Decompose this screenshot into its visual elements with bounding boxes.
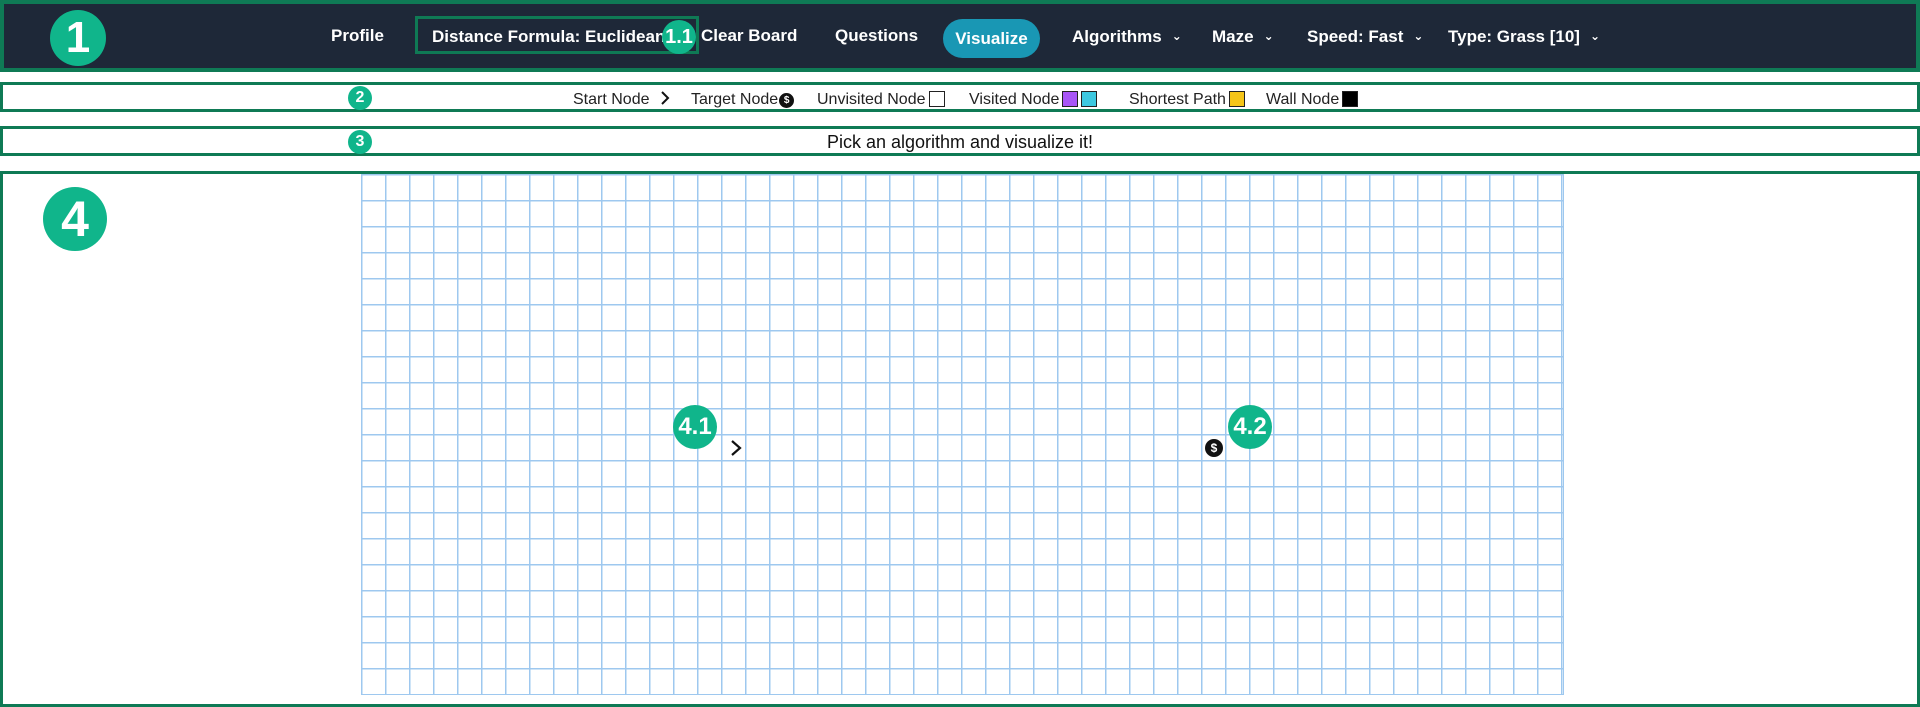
badge-2: 2 <box>348 86 372 110</box>
legend-start-node: Start Node <box>573 89 671 111</box>
legend-unvisited-node: Unvisited Node <box>817 89 945 111</box>
legend-bar: 2 Start Node Target Node $ Unvisited Node… <box>0 82 1920 112</box>
shortest-swatch <box>1228 91 1245 107</box>
chevron-down-icon: ⌄ <box>1413 29 1424 43</box>
legend-visited-label: Visited Node <box>969 91 1060 108</box>
chevron-down-icon: ⌄ <box>1589 29 1601 43</box>
legend-wall-node: Wall Node <box>1266 89 1359 111</box>
badge-4: 4 <box>43 187 107 251</box>
distance-formula-highlight <box>415 16 699 54</box>
nav-speed-label: Speed: Fast <box>1307 27 1404 46</box>
status-message: Pick an algorithm and visualize it! <box>826 132 1094 152</box>
board-container: 4 4.1 4.2 $ <box>0 171 1920 707</box>
legend-target-label: Target Node <box>691 91 779 108</box>
badge-1: 1 <box>50 10 106 66</box>
nav-speed[interactable]: Speed: Fast ⌄ <box>1307 4 1423 68</box>
chevron-down-icon: ⌄ <box>1171 29 1182 43</box>
legend-wall-label: Wall Node <box>1266 91 1340 108</box>
legend-unvisited-label: Unvisited Node <box>817 91 926 108</box>
target-node-dollar-icon[interactable]: $ <box>1205 439 1223 457</box>
badge-4-1: 4.1 <box>673 405 717 449</box>
wall-swatch <box>1342 91 1359 107</box>
visited-swatch-cyan <box>1081 91 1098 107</box>
nav-algorithms[interactable]: Algorithms ⌄ <box>1072 4 1182 68</box>
nav-questions[interactable]: Questions <box>835 4 918 68</box>
grid-board[interactable] <box>361 174 1564 695</box>
nav-algorithms-label: Algorithms <box>1072 27 1162 46</box>
nav-type[interactable]: Type: Grass [10] ⌄ <box>1448 4 1600 68</box>
chevron-down-icon: ⌄ <box>1263 29 1274 43</box>
message-bar: 3 Pick an algorithm and visualize it! <box>0 126 1920 156</box>
nav-profile[interactable]: Profile <box>331 4 384 68</box>
legend-start-label: Start Node <box>573 91 650 108</box>
unvisited-swatch <box>928 91 945 107</box>
nav-maze[interactable]: Maze ⌄ <box>1212 4 1274 68</box>
chevron-right-icon <box>661 91 670 105</box>
badge-1-1: 1.1 <box>662 20 696 54</box>
nav-clear-board[interactable]: Clear Board <box>701 4 797 68</box>
dollar-coin-icon: $ <box>779 93 795 108</box>
start-node-chevron-icon[interactable] <box>729 438 743 458</box>
badge-4-2: 4.2 <box>1228 405 1272 449</box>
legend-shortest-path: Shortest Path <box>1129 89 1245 111</box>
legend-target-node: Target Node $ <box>691 89 795 111</box>
legend-shortest-label: Shortest Path <box>1129 91 1226 108</box>
legend-visited-node: Visited Node <box>969 89 1098 111</box>
navbar: Profile Distance Formula: Euclidean⌄ Cle… <box>0 0 1920 72</box>
visited-swatch-purple <box>1062 91 1079 107</box>
visualize-button[interactable]: Visualize <box>943 19 1040 58</box>
nav-type-label: Type: Grass [10] <box>1448 27 1580 46</box>
nav-maze-label: Maze <box>1212 27 1254 46</box>
